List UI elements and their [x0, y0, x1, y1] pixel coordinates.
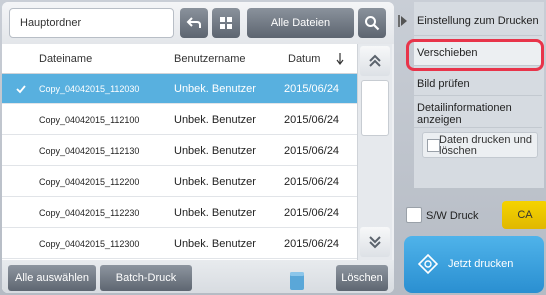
sort-descending-icon[interactable]	[336, 53, 344, 65]
table-header: Dateiname Benutzername Datum	[2, 44, 357, 74]
search-button[interactable]	[358, 8, 386, 38]
column-filename[interactable]: Dateiname	[39, 44, 92, 74]
file-name-cell: Copy_04042015_112200	[39, 177, 140, 187]
user-name-cell: Unbek. Benutzer	[174, 238, 256, 250]
date-cell: 2015/06/24	[284, 145, 340, 157]
file-name-cell: Copy_04042015_112300	[39, 239, 140, 249]
file-table: Dateiname Benutzername Datum Copy_040420…	[2, 44, 357, 290]
date-cell: 2015/06/24	[284, 176, 340, 188]
action-menu: Einstellung zum Drucken Verschieben Bild…	[414, 2, 544, 188]
search-icon	[365, 16, 380, 31]
user-name-cell: Unbek. Benutzer	[174, 207, 256, 219]
table-row[interactable]: Copy_04042015_112230 Unbek. Benutzer 2015/…	[2, 198, 357, 228]
date-cell: 2015/06/24	[284, 238, 340, 250]
table-row[interactable]: Copy_04042015_112200 Unbek. Benutzer 2015/…	[2, 167, 357, 197]
double-chevron-up-icon	[369, 54, 381, 67]
column-date[interactable]: Datum	[288, 44, 320, 74]
file-name-cell: Copy_04042015_112230	[39, 208, 140, 218]
double-chevron-down-icon	[369, 236, 381, 249]
detail-info-item[interactable]: Detailinformationen anzeigen	[414, 100, 542, 128]
checkmark-icon	[16, 85, 26, 94]
highlight-frame	[406, 39, 544, 71]
table-row[interactable]: Copy_04042015_112030 Unbek. Benutzer 2015/…	[2, 74, 357, 104]
scrollbar[interactable]	[357, 44, 392, 260]
folder-name-field[interactable]: Hauptordner	[9, 8, 174, 38]
column-username[interactable]: Benutzername	[174, 44, 246, 74]
file-name-cell: Copy_04042015_112130	[39, 146, 140, 156]
check-image-item[interactable]: Bild prüfen	[414, 72, 542, 96]
batch-print-button[interactable]: Batch-Druck	[100, 265, 192, 291]
file-list-panel: Hauptordner Alle Dateien Dateiname Benut…	[2, 2, 394, 293]
all-files-button[interactable]: Alle Dateien	[247, 8, 354, 38]
select-all-button[interactable]: Alle auswählen	[8, 265, 96, 291]
print-now-label: Jetzt drucken	[448, 258, 514, 270]
date-cell: 2015/06/24	[284, 114, 340, 126]
user-name-cell: Unbek. Benutzer	[174, 176, 256, 188]
user-name-cell: Unbek. Benutzer	[174, 145, 256, 157]
scroll-thumb[interactable]	[361, 80, 389, 136]
delete-button[interactable]: Löschen	[336, 265, 388, 291]
bw-print-option: S/W Druck CA	[404, 201, 546, 231]
thumbnail-view-button[interactable]	[212, 8, 240, 38]
clear-all-button[interactable]: CA	[502, 201, 546, 229]
top-toolbar: Hauptordner Alle Dateien	[2, 2, 394, 44]
print-box-screen: Hauptordner Alle Dateien Dateiname Benut…	[0, 0, 546, 295]
file-name-cell: Copy_04042015_112100	[39, 115, 140, 125]
storage-bin-icon	[290, 272, 304, 290]
file-name-cell: Copy_04042015_112030	[39, 84, 140, 94]
date-cell: 2015/06/24	[284, 207, 340, 219]
user-name-cell: Unbek. Benutzer	[174, 114, 256, 126]
table-row[interactable]: Copy_04042015_112300 Unbek. Benutzer 2015/…	[2, 229, 357, 259]
print-and-delete-label: Daten drucken und löschen	[439, 134, 532, 157]
action-panel: Einstellung zum Drucken Verschieben Bild…	[398, 2, 546, 293]
bw-print-label: S/W Druck	[426, 210, 479, 222]
scroll-up-button[interactable]	[360, 46, 390, 76]
table-row[interactable]: Copy_04042015_112130 Unbek. Benutzer 2015/…	[2, 136, 357, 166]
start-icon	[418, 254, 438, 274]
bottom-toolbar: Alle auswählen Batch-Druck Löschen	[2, 260, 394, 293]
print-now-button[interactable]: Jetzt drucken	[404, 236, 544, 293]
date-cell: 2015/06/24	[284, 83, 340, 95]
checkbox-box[interactable]	[427, 139, 440, 152]
grid-icon	[220, 17, 232, 29]
print-settings-item[interactable]: Einstellung zum Drucken	[414, 6, 542, 36]
user-name-cell: Unbek. Benutzer	[174, 83, 256, 95]
table-row[interactable]: Copy_04042015_112100 Unbek. Benutzer 2015/…	[2, 105, 357, 135]
print-and-delete-checkbox[interactable]: Daten drucken und löschen	[422, 132, 538, 158]
bw-print-checkbox[interactable]	[406, 207, 422, 223]
collapse-panel-icon[interactable]	[398, 14, 408, 28]
scroll-down-button[interactable]	[360, 227, 390, 257]
folder-up-icon	[186, 17, 201, 28]
folder-up-button[interactable]	[180, 8, 208, 38]
